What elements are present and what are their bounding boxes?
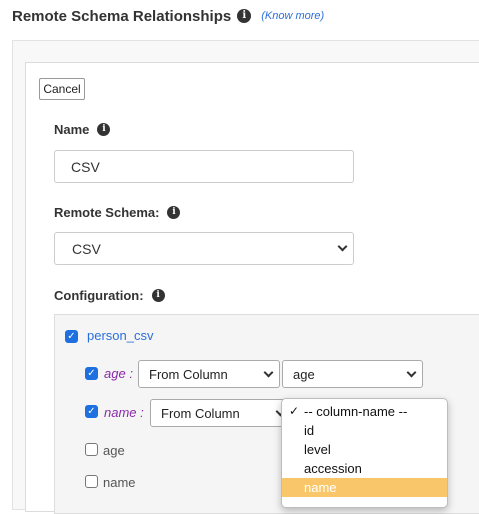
age-column-select[interactable]: age — [282, 360, 423, 388]
info-icon[interactable]: i — [167, 206, 181, 219]
name-field-checkbox[interactable] — [85, 475, 98, 488]
know-more-link[interactable]: (Know more) — [261, 10, 324, 22]
remote-schema-label-row: Remote Schema: i — [54, 205, 181, 220]
chevron-down-icon — [406, 367, 417, 378]
person-csv-label[interactable]: person_csv — [87, 328, 153, 343]
dropdown-option[interactable]: ✓ -- column-name -- — [282, 402, 447, 421]
age-arg-checkbox[interactable]: ✓ — [85, 367, 98, 380]
person-csv-checkbox[interactable]: ✓ — [65, 330, 78, 343]
name-arg-label: name : — [104, 405, 144, 420]
name-field-label: name — [103, 475, 136, 490]
info-icon[interactable]: i — [151, 289, 165, 302]
checkmark-icon: ✓ — [289, 404, 300, 418]
remote-schema-select[interactable]: CSV — [54, 232, 354, 265]
dropdown-option-highlighted[interactable]: name — [282, 478, 447, 497]
chevron-down-icon — [263, 367, 274, 378]
configuration-label: Configuration: — [54, 288, 144, 303]
remote-schema-label: Remote Schema: — [54, 205, 160, 220]
name-arg-checkbox[interactable]: ✓ — [85, 405, 98, 418]
configuration-label-row: Configuration: i — [54, 288, 165, 303]
age-column-value: age — [293, 366, 315, 382]
chevron-down-icon — [337, 241, 348, 252]
age-source-value: From Column — [149, 366, 228, 382]
age-source-select[interactable]: From Column — [138, 360, 280, 388]
age-field-label: age — [103, 443, 125, 458]
name-source-select[interactable]: From Column — [150, 399, 292, 427]
name-label: Name — [54, 122, 90, 137]
name-label-row: Name i — [54, 122, 111, 137]
age-arg-label: age : — [104, 366, 133, 381]
dropdown-option[interactable]: level — [282, 440, 447, 459]
age-field-checkbox[interactable] — [85, 443, 98, 456]
dropdown-option[interactable]: accession — [282, 459, 447, 478]
name-input[interactable] — [54, 150, 354, 183]
column-dropdown-menu: ✓ -- column-name -- id level accession n… — [281, 398, 448, 508]
page-header: Remote Schema Relationships i (Know more… — [12, 6, 324, 26]
page-title: Remote Schema Relationships — [12, 7, 232, 25]
cancel-button[interactable]: Cancel — [39, 78, 85, 100]
dropdown-option[interactable]: id — [282, 421, 447, 440]
info-icon[interactable]: i — [97, 123, 111, 136]
remote-schema-value: CSV — [72, 240, 101, 257]
info-icon[interactable]: i — [237, 9, 252, 23]
name-source-value: From Column — [161, 405, 240, 421]
